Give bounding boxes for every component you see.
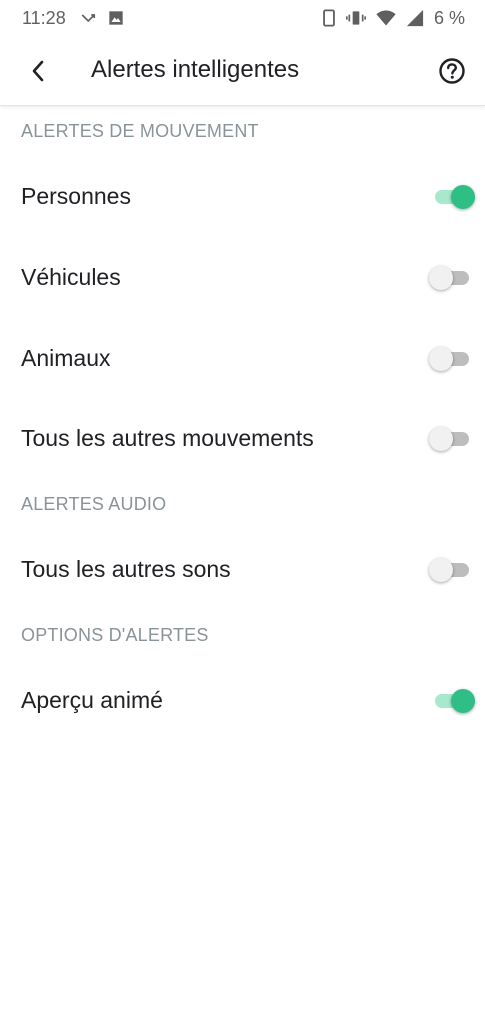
setting-label: Aperçu animé [21,687,163,713]
status-left: 11:28 [22,8,124,29]
setting-label: Tous les autres sons [21,556,231,582]
toggle-thumb [429,426,453,451]
toggle-thumb [451,184,475,209]
setting-row-animated-preview[interactable]: Aperçu animé [0,661,485,740]
battery-level: 6 % [433,7,465,28]
missed-call-icon [80,9,98,27]
help-button[interactable] [437,56,467,86]
toggle-thumb [451,688,475,713]
persons-toggle[interactable] [433,184,475,210]
setting-label: Véhicules [21,264,121,290]
setting-row-persons[interactable]: Personnes [0,156,485,237]
vehicles-toggle[interactable] [429,265,473,291]
section-header-motion: ALERTES DE MOUVEMENT [21,121,259,141]
toggle-thumb [429,346,453,371]
section-header-audio: ALERTES AUDIO [21,494,167,514]
setting-row-other-sounds[interactable]: Tous les autres sons [0,530,485,609]
phone-icon [322,9,336,27]
setting-row-vehicles[interactable]: Véhicules [0,237,485,318]
other-sounds-toggle[interactable] [429,557,473,583]
image-icon [108,10,124,26]
setting-row-other-motion[interactable]: Tous les autres mouvements [0,399,485,478]
signal-icon [406,9,424,27]
help-icon [439,58,465,84]
vibrate-icon [345,9,366,27]
status-time: 11:28 [22,7,66,28]
setting-label: Personnes [21,183,131,209]
setting-label: Tous les autres mouvements [21,425,314,451]
status-bar: 11:28 6 % [0,0,485,36]
other-motion-toggle[interactable] [429,426,473,452]
setting-row-animals[interactable]: Animaux [0,318,485,399]
status-right: 6 % [322,8,465,29]
animated-preview-toggle[interactable] [433,688,475,714]
toggle-thumb [429,265,453,290]
page-title: Alertes intelligentes [91,56,300,83]
back-button[interactable] [20,53,56,89]
setting-label: Animaux [21,345,111,371]
settings-list: ALERTES DE MOUVEMENT Personnes Véhicules… [0,106,485,740]
app-bar: Alertes intelligentes [0,36,485,106]
toggle-thumb [429,557,453,582]
section-header-alert-options: OPTIONS D'ALERTES [21,625,209,645]
wifi-icon [376,9,396,27]
animals-toggle[interactable] [429,346,473,372]
chevron-left-icon [32,60,44,82]
